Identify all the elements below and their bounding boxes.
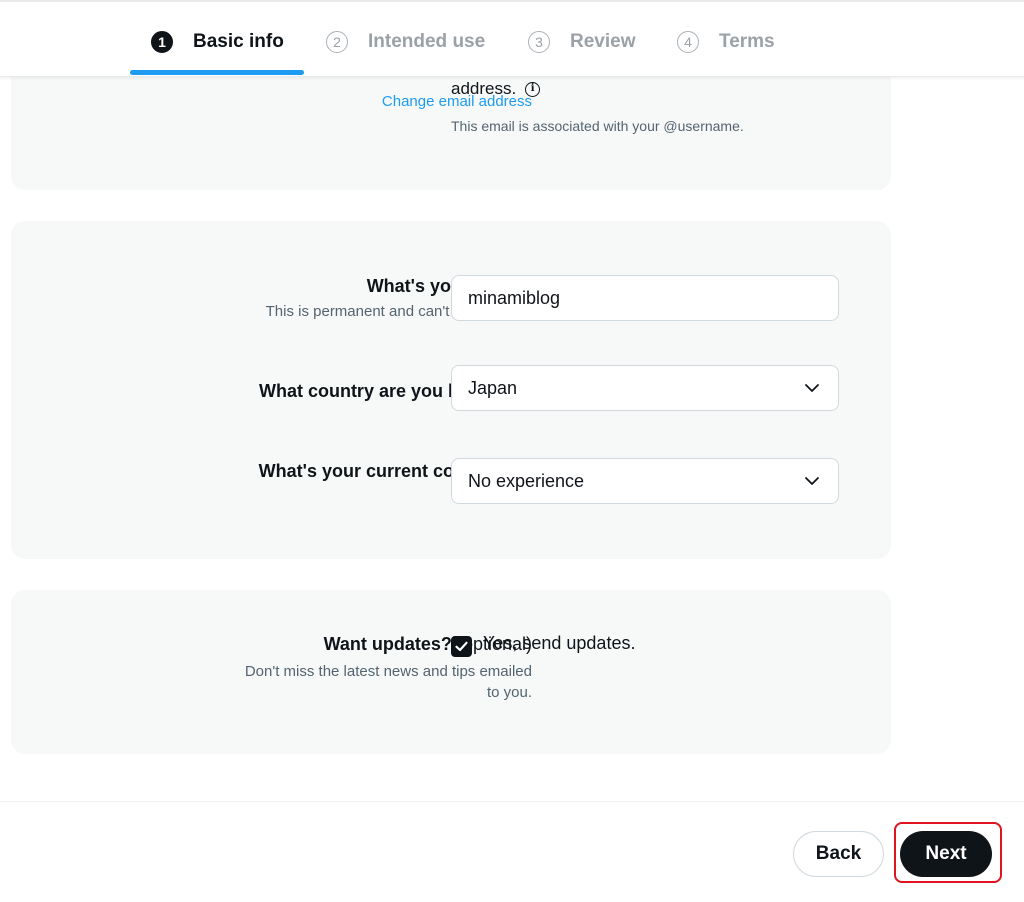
step-label: Review (570, 31, 636, 52)
skill-select-value: No experience (468, 470, 585, 491)
step-number-badge: 2 (326, 31, 348, 53)
skill-select[interactable]: No experience (451, 458, 839, 504)
email-address-label: address. (451, 79, 517, 98)
step-number-badge: 4 (677, 31, 699, 53)
step-label: Basic info (193, 31, 284, 52)
step-header: 1 Basic info 2 Intended use 3 Review 4 T… (0, 0, 1024, 77)
updates-checkbox-label[interactable]: Yes, send updates. (483, 633, 635, 654)
step-intended-use[interactable]: 2 Intended use (326, 29, 485, 55)
step-basic-info[interactable]: 1 Basic info (151, 29, 284, 55)
info-icon[interactable]: i (525, 81, 541, 97)
updates-subtitle-line2: to you. (486, 684, 532, 701)
back-button[interactable]: Back (793, 831, 884, 877)
country-select[interactable]: Japan (451, 365, 839, 411)
name-input[interactable]: minamiblog (451, 275, 839, 321)
chevron-down-icon (805, 384, 819, 392)
step-review[interactable]: 3 Review (528, 29, 635, 55)
updates-title: Want updates? (323, 634, 452, 654)
step-label: Intended use (368, 31, 486, 52)
email-note: This email is associated with your @user… (451, 118, 744, 134)
name-input-value: minamiblog (468, 287, 561, 308)
step-label: Terms (719, 31, 775, 52)
chevron-down-icon (805, 477, 819, 485)
next-button[interactable]: Next (900, 831, 992, 877)
checkmark-icon (455, 641, 468, 652)
updates-subtitle-line1: Don't miss the latest news and tips emai… (244, 663, 532, 680)
email-address-text: address. i (451, 79, 541, 99)
step-number-badge: 3 (528, 31, 550, 53)
updates-checkbox[interactable] (451, 636, 472, 657)
active-step-indicator (130, 70, 304, 75)
step-number-badge: 1 (151, 31, 173, 53)
top-divider (0, 0, 1024, 2)
country-select-value: Japan (468, 377, 518, 398)
step-terms[interactable]: 4 Terms (677, 29, 775, 55)
